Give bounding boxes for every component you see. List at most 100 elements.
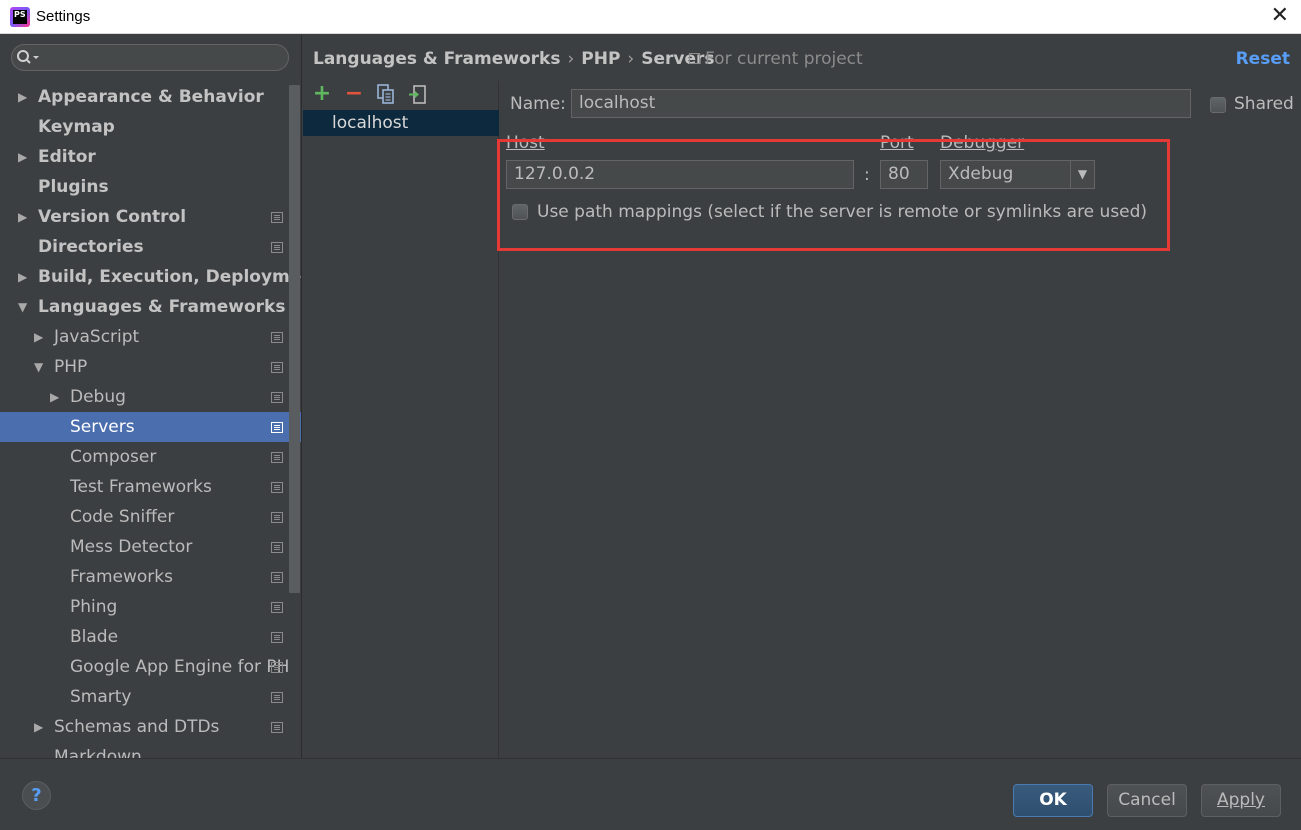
sidebar-item-label: Languages & Frameworks xyxy=(38,297,286,317)
window-title: Settings xyxy=(36,8,91,25)
project-scope-icon xyxy=(271,512,283,523)
sidebar-item-code-sniffer[interactable]: Code Sniffer xyxy=(0,502,301,532)
sidebar-item-label: Directories xyxy=(38,237,144,257)
breadcrumb-item-languages: Languages & Frameworks xyxy=(313,49,561,69)
settings-content: Languages & Frameworks › PHP › Servers For c… xyxy=(303,35,1301,758)
sidebar-item-php[interactable]: ▼ PHP xyxy=(0,352,301,382)
debugger-select[interactable]: Xdebug ▼ xyxy=(940,160,1095,189)
sidebar-item-label: Plugins xyxy=(38,177,109,197)
sidebar-item-phing[interactable]: Phing xyxy=(0,592,301,622)
sidebar-item-label: Code Sniffer xyxy=(70,507,175,527)
sidebar-item-mess-detector[interactable]: Mess Detector xyxy=(0,532,301,562)
import-server-icon[interactable] xyxy=(407,83,429,107)
collapsed-arrow-icon[interactable]: ▶ xyxy=(18,82,27,112)
phpstorm-logo-icon: PS xyxy=(10,7,30,27)
cancel-button[interactable]: Cancel xyxy=(1107,784,1187,817)
sidebar-item-keymap[interactable]: Keymap xyxy=(0,112,301,142)
project-scope-icon xyxy=(271,392,283,403)
sidebar-item-label: Smarty xyxy=(70,687,132,707)
chevron-down-icon[interactable]: ▼ xyxy=(1070,161,1094,188)
sidebar-item-label: Version Control xyxy=(38,207,187,227)
sidebar-item-label: PHP xyxy=(54,357,88,377)
debugger-selected-value: Xdebug xyxy=(948,164,1014,184)
sidebar-item-label: Mess Detector xyxy=(70,537,193,557)
remove-server-icon[interactable]: − xyxy=(343,83,365,107)
sidebar-item-label: Editor xyxy=(38,147,96,167)
project-scope-icon xyxy=(271,332,283,343)
project-scope-icon xyxy=(271,452,283,463)
name-label: Name: xyxy=(510,94,566,114)
add-server-icon[interactable]: + xyxy=(311,83,333,107)
collapsed-arrow-icon[interactable]: ▶ xyxy=(34,712,43,742)
breadcrumb-item-php: PHP xyxy=(581,49,621,69)
sidebar-item-build-execution-deployment[interactable]: ▶ Build, Execution, Deployment xyxy=(0,262,301,292)
shared-checkbox[interactable] xyxy=(1210,97,1226,113)
sidebar-item-label: Frameworks xyxy=(70,567,173,587)
sidebar-item-label: Blade xyxy=(70,627,119,647)
ok-button[interactable]: OK xyxy=(1013,784,1093,817)
project-scope-icon xyxy=(271,572,283,583)
breadcrumb-separator: › xyxy=(627,49,635,69)
project-scope-icon xyxy=(689,53,700,64)
sidebar-item-label: Test Frameworks xyxy=(70,477,212,497)
project-scope-icon xyxy=(271,362,283,373)
project-scope-icon xyxy=(271,722,283,733)
use-path-mappings-label: Use path mappings (select if the server … xyxy=(537,202,1148,222)
help-button[interactable]: ? xyxy=(22,781,51,810)
collapsed-arrow-icon[interactable]: ▶ xyxy=(18,142,27,172)
server-list-item[interactable]: localhost xyxy=(303,110,499,136)
name-label-text: Name: xyxy=(510,94,566,114)
collapsed-arrow-icon[interactable]: ▶ xyxy=(18,202,27,232)
settings-search-input[interactable] xyxy=(11,44,289,71)
sidebar-item-plugins[interactable]: Plugins xyxy=(0,172,301,202)
sidebar-item-test-frameworks[interactable]: Test Frameworks xyxy=(0,472,301,502)
server-list: + − localhost xyxy=(303,81,499,758)
close-icon[interactable]: ✕ xyxy=(1271,4,1289,28)
sidebar-item-appearance-behavior[interactable]: ▶ Appearance & Behavior xyxy=(0,82,301,112)
project-scope-icon xyxy=(271,242,283,253)
sidebar-scrollbar[interactable] xyxy=(289,85,300,593)
sidebar-item-google-app-engine-for-ph[interactable]: Google App Engine for PH xyxy=(0,652,301,682)
project-scope-icon xyxy=(271,692,283,703)
port-label: Port xyxy=(880,133,914,153)
sidebar-item-markdown[interactable]: Markdown xyxy=(0,742,301,758)
expanded-arrow-icon[interactable]: ▼ xyxy=(18,292,27,322)
project-scope-icon xyxy=(271,212,283,223)
project-scope-icon xyxy=(271,602,283,613)
collapsed-arrow-icon[interactable]: ▶ xyxy=(18,262,27,292)
host-input[interactable]: 127.0.0.2 xyxy=(506,160,854,189)
copy-server-icon[interactable] xyxy=(375,83,397,107)
sidebar-item-label: Schemas and DTDs xyxy=(54,717,220,737)
sidebar-item-label: Phing xyxy=(70,597,118,617)
sidebar-item-editor[interactable]: ▶ Editor xyxy=(0,142,301,172)
sidebar-item-version-control[interactable]: ▶ Version Control xyxy=(0,202,301,232)
title-bar: PS Settings ✕ xyxy=(0,0,1301,34)
search-icon[interactable] xyxy=(16,48,42,68)
expanded-arrow-icon[interactable]: ▼ xyxy=(34,352,43,382)
server-name-input[interactable]: localhost xyxy=(571,89,1191,118)
use-path-mappings-checkbox[interactable] xyxy=(512,204,528,220)
reset-link[interactable]: Reset xyxy=(1236,49,1290,69)
sidebar-item-frameworks[interactable]: Frameworks xyxy=(0,562,301,592)
sidebar-item-javascript[interactable]: ▶ JavaScript xyxy=(0,322,301,352)
project-scope-icon xyxy=(271,482,283,493)
sidebar-item-blade[interactable]: Blade xyxy=(0,622,301,652)
sidebar-item-directories[interactable]: Directories xyxy=(0,232,301,262)
sidebar-item-schemas-and-dtds[interactable]: ▶ Schemas and DTDs xyxy=(0,712,301,742)
sidebar-item-debug[interactable]: ▶ Debug xyxy=(0,382,301,412)
sidebar-item-languages-frameworks[interactable]: ▼ Languages & Frameworks xyxy=(0,292,301,322)
collapsed-arrow-icon[interactable]: ▶ xyxy=(34,322,43,352)
collapsed-arrow-icon[interactable]: ▶ xyxy=(50,382,59,412)
port-input[interactable]: 80 xyxy=(880,160,928,189)
scope-label: For current project xyxy=(705,49,863,69)
sidebar-item-label: Keymap xyxy=(38,117,115,137)
sidebar-item-servers[interactable]: Servers xyxy=(0,412,301,442)
sidebar-item-smarty[interactable]: Smarty xyxy=(0,682,301,712)
sidebar-item-label: Debug xyxy=(70,387,126,407)
sidebar-item-composer[interactable]: Composer xyxy=(0,442,301,472)
apply-button[interactable]: Apply xyxy=(1201,784,1281,817)
sidebar-item-label: Composer xyxy=(70,447,157,467)
sidebar-item-label: Servers xyxy=(70,417,135,437)
debugger-label: Debugger xyxy=(940,133,1025,153)
sidebar-item-label: JavaScript xyxy=(54,327,140,347)
